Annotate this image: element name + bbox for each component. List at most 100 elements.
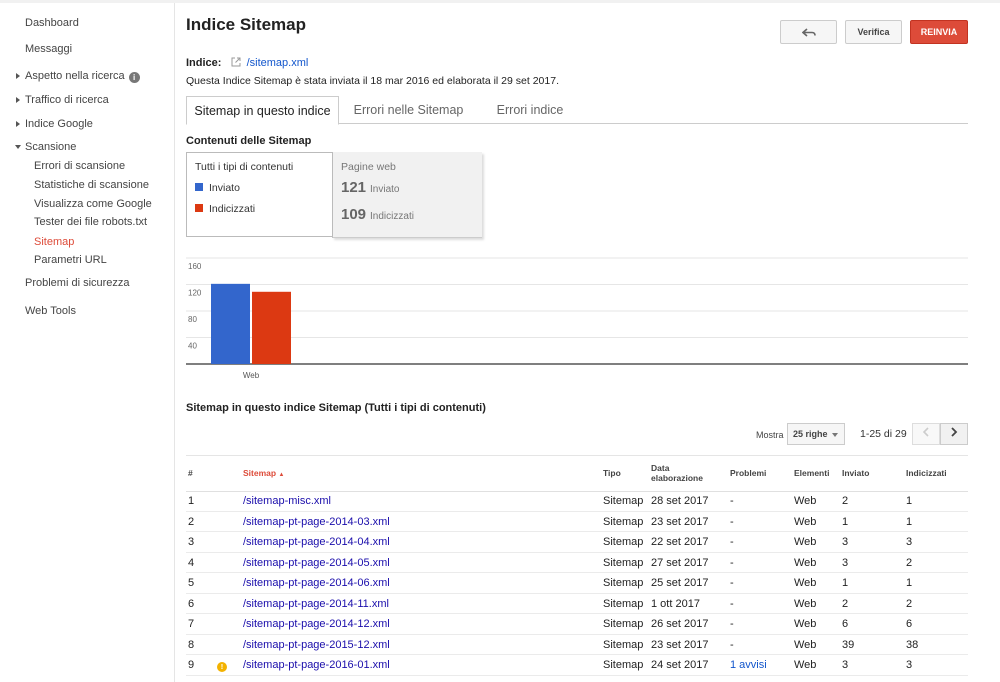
row-issues: - <box>730 618 734 630</box>
x-category-label: Web <box>243 371 260 380</box>
web-submitted-label: Inviato <box>370 184 400 195</box>
column-header-type[interactable]: Tipo <box>603 468 621 478</box>
column-header-submitted[interactable]: Inviato <box>842 468 869 478</box>
previous-page-button[interactable] <box>912 423 940 445</box>
column-header-indexed[interactable]: Indicizzati <box>906 468 947 478</box>
chevron-left-icon <box>922 427 929 437</box>
sidebar-item-web-tools[interactable]: Web Tools <box>25 305 76 317</box>
sitemap-link[interactable]: /sitemap-pt-page-2015-12.xml <box>243 639 390 651</box>
bar-indexed[interactable] <box>252 291 291 364</box>
row-submitted: 6 <box>842 618 849 630</box>
rows-per-page-select[interactable]: 25 righe <box>787 423 845 445</box>
web-indexed-row: 109 Indicizzati <box>341 206 414 223</box>
row-indexed: 3 <box>906 536 913 548</box>
rows-per-page-value: 25 righe <box>793 429 828 439</box>
web-submitted-count: 121 <box>341 179 367 196</box>
sidebar-subitem-fetch-as-google[interactable]: Visualizza come Google <box>34 198 152 210</box>
table-row: 7/sitemap-pt-page-2014-12.xml Sitemap 26 s… <box>186 614 968 635</box>
sidebar-item-search-traffic[interactable]: Traffico di ricerca <box>16 94 109 106</box>
sidebar-subitem-crawl-stats[interactable]: Statistiche di scansione <box>34 179 149 191</box>
tab-index-errors[interactable]: Errori indice <box>490 96 570 125</box>
sitemap-link[interactable]: /sitemap-pt-page-2014-12.xml <box>243 618 390 630</box>
sidebar-subitem-robots-tester[interactable]: Tester dei file robots.txt <box>34 216 147 228</box>
row-items: Web <box>794 618 817 630</box>
sitemap-link[interactable]: /sitemap-pt-page-2016-01.xml <box>243 659 390 671</box>
row-submitted: 1 <box>842 577 849 589</box>
row-processed-date: 27 set 2017 <box>651 556 709 569</box>
sidebar-item-google-index[interactable]: Indice Google <box>16 118 93 130</box>
row-processed-date: 24 set 2017 <box>651 659 709 671</box>
row-indexed: 3 <box>906 659 913 671</box>
web-pages-card[interactable]: Pagine web 121 Inviato 109 Indicizzati <box>332 152 482 238</box>
tab-bar: Sitemap in questo indice Errori nelle Si… <box>186 96 968 125</box>
row-number: 2 <box>188 515 195 528</box>
sitemap-link[interactable]: /sitemap-pt-page-2014-05.xml <box>243 557 390 569</box>
resend-button[interactable]: REINVIA <box>910 20 968 44</box>
table-row: 4/sitemap-pt-page-2014-05.xml Sitemap 27 s… <box>186 553 968 573</box>
row-number: 8 <box>188 638 195 651</box>
row-indexed: 2 <box>906 556 913 569</box>
contents-title: Contenuti delle Sitemap <box>186 135 312 147</box>
sidebar-item-dashboard[interactable]: Dashboard <box>25 17 79 29</box>
row-type: Sitemap <box>603 618 644 630</box>
row-items: Web <box>794 659 817 671</box>
row-submitted: 3 <box>842 556 849 569</box>
warning-icon[interactable]: ! <box>217 662 227 672</box>
next-page-button[interactable] <box>940 423 968 445</box>
sidebar-item-security-issues[interactable]: Problemi di sicurezza <box>25 277 130 289</box>
web-pages-title: Pagine web <box>341 161 396 173</box>
column-header-items[interactable]: Elementi <box>794 468 829 478</box>
tab-sitemaps-in-index[interactable]: Sitemap in questo indice <box>186 96 339 125</box>
web-submitted-row: 121 Inviato <box>341 179 400 196</box>
table-top-divider <box>186 455 968 456</box>
table-row: 8/sitemap-pt-page-2015-12.xml Sitemap 23 s… <box>186 635 968 655</box>
bar-submitted[interactable] <box>211 283 250 364</box>
row-issues: - <box>730 577 734 589</box>
sitemap-link[interactable]: /sitemap-pt-page-2014-04.xml <box>243 536 390 548</box>
verify-button[interactable]: Verifica <box>845 20 902 44</box>
sitemap-link[interactable]: /sitemap-pt-page-2014-03.xml <box>243 516 390 528</box>
sidebar-subitem-crawl-errors[interactable]: Errori di scansione <box>34 160 125 172</box>
row-number: 1 <box>188 495 195 507</box>
table-row: 2/sitemap-pt-page-2014-03.xml Sitemap 23 s… <box>186 512 968 532</box>
row-items: Web <box>794 495 817 507</box>
content-type-legend[interactable]: Tutti i tipi di contenuti Inviato Indici… <box>186 152 333 237</box>
column-header-sitemap[interactable]: Sitemap ▲ <box>243 468 284 480</box>
y-tick-label: 80 <box>188 315 197 324</box>
table-row: 5/sitemap-pt-page-2014-06.xml Sitemap 25 s… <box>186 573 968 594</box>
back-button[interactable] <box>780 20 837 44</box>
column-header-sitemap-label: Sitemap <box>243 468 277 478</box>
sidebar: Dashboard Messaggi Aspetto nella ricerca… <box>0 3 175 682</box>
column-header-date-line2: elaborazione <box>651 473 703 483</box>
sitemap-link[interactable]: /sitemap-pt-page-2014-11.xml <box>243 598 389 610</box>
sitemap-table-body: 1/sitemap-misc.xml Sitemap 28 set 2017 - Web… <box>186 491 968 676</box>
sidebar-subitem-sitemaps[interactable]: Sitemap <box>34 236 74 248</box>
sitemap-link[interactable]: /sitemap-misc.xml <box>243 495 331 507</box>
column-header-number: # <box>188 468 193 478</box>
sidebar-subitem-url-parameters[interactable]: Parametri URL <box>34 254 107 266</box>
external-link-icon[interactable] <box>231 57 241 67</box>
tab-sitemap-errors[interactable]: Errori nelle Sitemap <box>346 96 471 125</box>
row-number: 7 <box>188 618 195 630</box>
sidebar-item-messages[interactable]: Messaggi <box>25 43 72 55</box>
table-row: 6/sitemap-pt-page-2014-11.xml Sitemap 1 ot… <box>186 594 968 614</box>
sidebar-item-label: Aspetto nella ricerca <box>25 70 125 82</box>
row-type: Sitemap <box>603 659 644 671</box>
index-file-link[interactable]: /sitemap.xml <box>247 57 309 69</box>
row-indexed: 1 <box>906 515 913 528</box>
sidebar-item-search-appearance[interactable]: Aspetto nella ricerca i <box>16 70 140 83</box>
row-issues: - <box>730 638 734 651</box>
sitemap-link[interactable]: /sitemap-pt-page-2014-06.xml <box>243 577 390 589</box>
row-issues[interactable]: 1 avvisi <box>730 659 767 671</box>
row-items: Web <box>794 638 817 651</box>
row-submitted: 2 <box>842 597 849 610</box>
sidebar-item-crawl[interactable]: Scansione <box>14 141 76 153</box>
column-header-date-line1: Data <box>651 463 670 473</box>
row-number: 3 <box>188 536 195 548</box>
column-header-processed-date[interactable]: Data elaborazione <box>651 463 703 483</box>
column-header-issues[interactable]: Problemi <box>730 468 766 478</box>
index-status-text: Questa Indice Sitemap è stata inviata il… <box>186 75 559 87</box>
page-title: Indice Sitemap <box>186 15 306 34</box>
row-type: Sitemap <box>603 597 644 610</box>
info-icon[interactable]: i <box>128 72 140 83</box>
